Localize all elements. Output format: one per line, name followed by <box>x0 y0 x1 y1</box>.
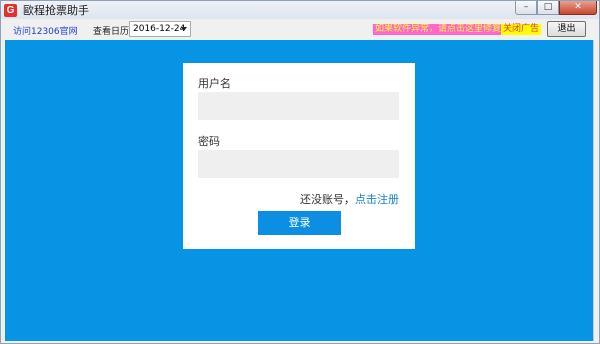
repair-ad-link[interactable]: 如果软件异常，请点击这里修复！ <box>373 24 513 35</box>
register-row: 还没账号，点击注册 <box>300 191 399 207</box>
window-controls: – □ ✕ <box>515 1 597 15</box>
password-input[interactable] <box>198 150 399 178</box>
login-button[interactable]: 登录 <box>258 211 341 235</box>
close-ad-link[interactable]: 关闭广告 <box>501 24 542 35</box>
vertical-scrollbar[interactable] <box>593 40 599 341</box>
register-link[interactable]: 点击注册 <box>355 193 399 206</box>
exit-button[interactable]: 退出 <box>547 21 586 37</box>
username-label: 用户名 <box>198 77 231 90</box>
login-card: 用户名 密码 还没账号，点击注册 登录 <box>183 63 415 249</box>
close-button[interactable]: ✕ <box>559 1 597 15</box>
maximize-button[interactable]: □ <box>537 1 559 15</box>
dropdown-arrow-icon <box>181 27 187 31</box>
window-title: 歐程抢票助手 <box>23 4 89 17</box>
toolbar: 访问12306官网 查看日历 2016-12-24 如果软件异常，请点击这里修复… <box>5 20 595 40</box>
date-select[interactable]: 2016-12-24 <box>129 21 191 37</box>
app-window: G 歐程抢票助手 – □ ✕ 访问12306官网 查看日历 2016-12-24… <box>0 0 600 344</box>
username-input[interactable] <box>198 92 399 120</box>
official-site-link[interactable]: 访问12306官网 <box>13 24 78 37</box>
date-value: 2016-12-24 <box>133 24 186 34</box>
calendar-label: 查看日历 <box>93 27 130 37</box>
no-account-text: 还没账号， <box>300 193 355 206</box>
app-logo-icon: G <box>4 3 17 17</box>
title-bar: G 歐程抢票助手 – □ ✕ <box>1 1 599 19</box>
password-label: 密码 <box>198 135 220 148</box>
minimize-button[interactable]: – <box>515 1 537 15</box>
